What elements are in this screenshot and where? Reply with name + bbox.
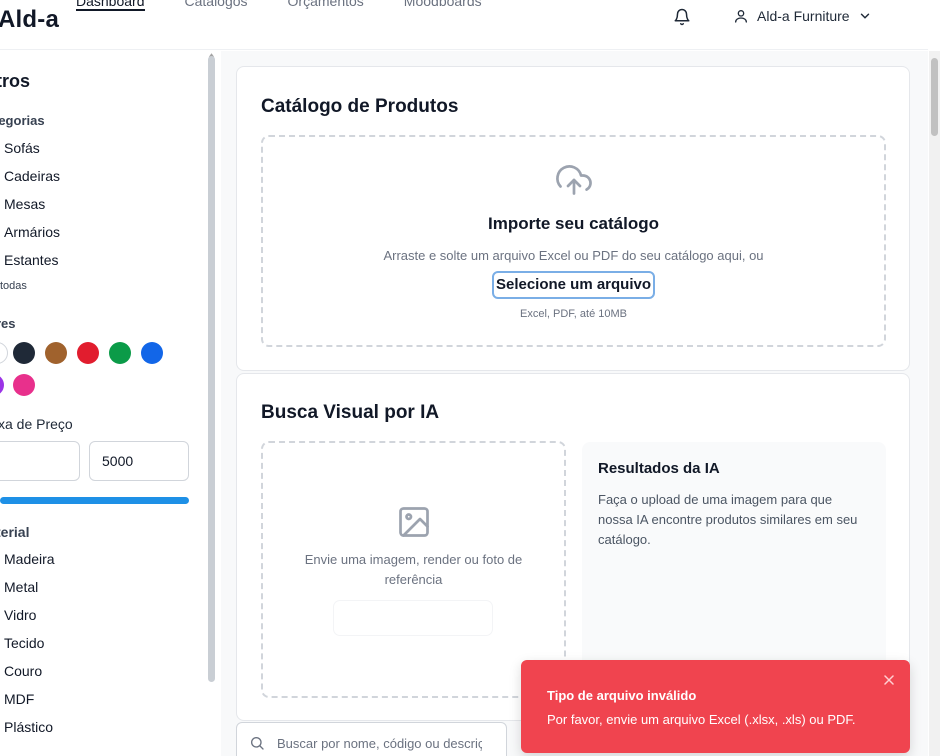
search-icon [250,737,264,750]
catalog-file-hint: Excel, PDF, até 10MB [520,308,627,320]
visual-search-title: Busca Visual por IA [261,402,440,423]
image-dropzone-text-2: referência [384,572,443,587]
material-vidro[interactable]: Vidro [4,607,36,623]
color-swatch-white[interactable] [0,342,8,364]
price-range-slider[interactable] [0,497,189,504]
main-scrollbar-track [929,51,940,756]
product-search [236,722,507,756]
material-plastico[interactable]: Plástico [4,719,53,735]
category-estantes[interactable]: Estantes [4,252,58,268]
see-all-categories-link[interactable]: todas [0,280,27,292]
price-max-input[interactable]: 5000 [89,441,189,481]
user-icon [735,10,747,23]
material-couro[interactable]: Couro [4,663,42,679]
image-icon [399,507,429,537]
ai-results-text: Faça o upload de uma imagem para que nos… [598,492,858,547]
color-swatch-red[interactable] [77,342,99,364]
chevron-down-icon [860,13,869,19]
nav-dashboard[interactable]: Dashboard [76,0,145,11]
color-swatch-brown[interactable] [45,342,67,364]
color-swatch-green[interactable] [109,342,131,364]
main-scrollbar-thumb[interactable] [931,58,938,136]
toast-message: Por favor, envie um arquivo Excel (.xlsx… [547,712,856,727]
close-icon[interactable] [883,674,895,686]
category-mesas[interactable]: Mesas [4,196,45,212]
top-header: Ald-a Dashboard Catálogos Orçamentos Moo… [0,0,928,50]
user-name: Ald-a Furniture [757,8,850,24]
material-label: terial [0,524,30,540]
catalog-dropzone[interactable]: Importe seu catálogo Arraste e solte um … [261,135,886,347]
select-file-button[interactable]: Selecione um arquivo [492,271,655,299]
error-toast: Tipo de arquivo inválido Por favor, envi… [521,660,910,753]
search-input[interactable] [277,732,482,754]
bell-icon[interactable] [673,8,691,26]
category-armarios[interactable]: Armários [4,224,60,240]
filters-sidebar: tros tegorias Sofás Cadeiras Mesas Armár… [0,51,220,756]
main-nav: Dashboard Catálogos Orçamentos Moodboard… [76,0,522,11]
image-dropzone-text-1: Envie uma imagem, render ou foto de [304,552,523,567]
image-dropzone[interactable]: Envie uma imagem, render ou foto de refe… [261,441,566,698]
category-cadeiras[interactable]: Cadeiras [4,168,60,184]
catalog-dropzone-text: Arraste e solte um arquivo Excel ou PDF … [383,248,764,263]
material-metal[interactable]: Metal [4,579,38,595]
color-swatch-pink[interactable] [13,374,35,396]
filters-title: tros [0,71,31,91]
color-swatch-purple[interactable] [0,374,4,396]
catalog-dropzone-title: Importe seu catálogo [488,214,659,233]
image-upload-button[interactable] [334,601,492,635]
user-menu[interactable]: Ald-a Furniture [733,8,872,24]
cloud-upload-icon [556,165,592,195]
category-sofas[interactable]: Sofás [4,140,40,156]
color-swatch-blue[interactable] [141,342,163,364]
app-logo[interactable]: Ald-a [0,6,59,34]
price-min-input[interactable] [0,441,80,481]
toast-title: Tipo de arquivo inválido [547,688,697,703]
sidebar-scrollbar[interactable] [208,56,215,682]
colors-label: res [0,316,16,331]
material-mdf[interactable]: MDF [4,691,34,707]
nav-catalogos[interactable]: Catálogos [185,0,248,11]
catalog-card: Catálogo de Produtos Importe seu catálog… [236,66,910,371]
price-range-label: xa de Preço [0,416,73,432]
material-tecido[interactable]: Tecido [4,635,44,651]
color-swatch-dark[interactable] [13,342,35,364]
nav-moodboards[interactable]: Moodboards [404,0,482,11]
material-madeira[interactable]: Madeira [4,551,55,567]
catalog-title: Catálogo de Produtos [261,96,459,117]
nav-orcamentos[interactable]: Orçamentos [288,0,364,11]
categories-label: tegorias [0,113,45,128]
ai-results-title: Resultados da IA [598,460,720,477]
